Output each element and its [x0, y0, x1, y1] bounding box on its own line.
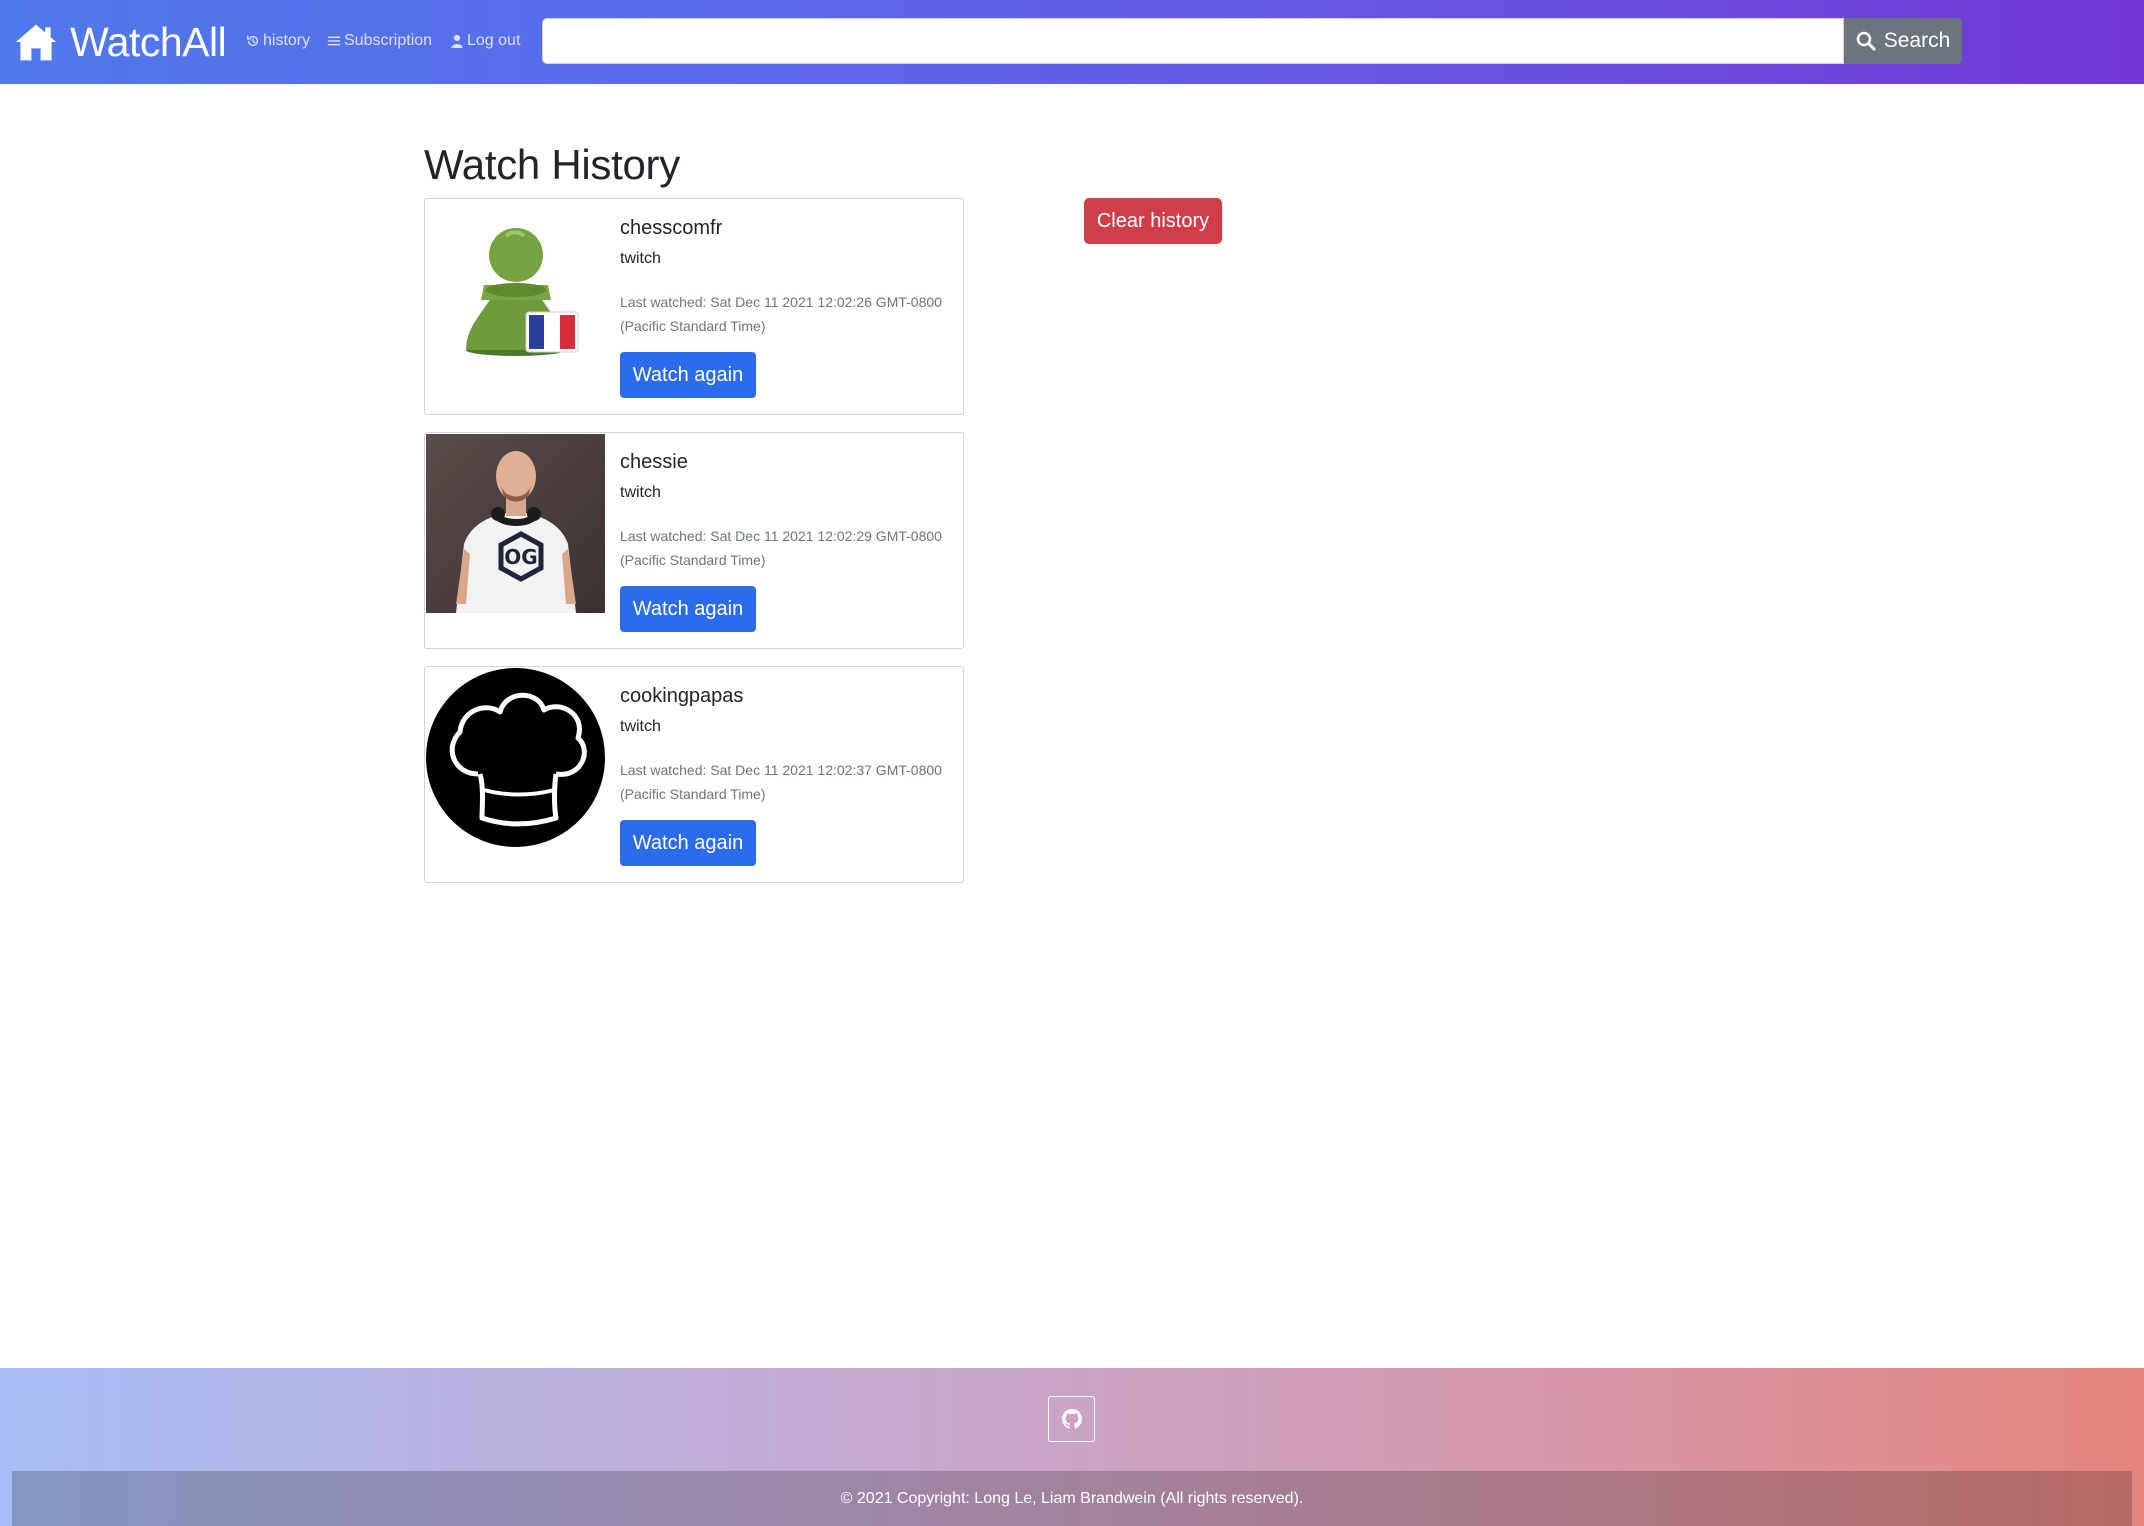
footer: © 2021 Copyright: Long Le, Liam Brandwei… — [0, 1368, 2144, 1526]
watch-again-button[interactable]: Watch again — [620, 352, 756, 398]
github-icon — [1061, 1409, 1082, 1429]
svg-text:OG: OG — [504, 545, 537, 569]
channel-platform: twitch — [620, 718, 661, 735]
copyright-bar: © 2021 Copyright: Long Le, Liam Brandwei… — [12, 1471, 2132, 1526]
watch-again-button[interactable]: Watch again — [620, 586, 756, 632]
nav-logout-link[interactable]: Log out — [450, 28, 520, 54]
list-icon — [327, 36, 341, 46]
clear-history-button[interactable]: Clear history — [1084, 198, 1222, 244]
search-icon — [1856, 31, 1876, 51]
copyright-text: © 2021 Copyright: Long Le, Liam Brandwei… — [840, 1489, 1304, 1507]
page-title: Watch History — [424, 141, 680, 188]
nav-history-link[interactable]: history — [246, 28, 310, 54]
nav-subscription-link[interactable]: Subscription — [327, 28, 432, 54]
search-button[interactable]: Search — [1844, 18, 1962, 64]
nav-history-label: history — [263, 32, 311, 49]
streamer-photo: OG — [426, 434, 605, 613]
brand-link[interactable]: WatchAll — [14, 18, 227, 66]
nav-subscription-label: Subscription — [344, 32, 433, 49]
brand-name: WatchAll — [70, 18, 227, 65]
history-icon — [247, 35, 259, 46]
channel-thumbnail: OG — [426, 434, 605, 613]
github-button[interactable] — [1048, 1396, 1095, 1442]
search-input[interactable] — [542, 18, 1844, 64]
nav-logout-label: Log out — [467, 32, 521, 49]
channel-thumbnail — [426, 200, 605, 379]
chess-pawn-icon — [426, 200, 605, 379]
channel-name: chessie — [620, 451, 688, 473]
channel-name: cookingpapas — [620, 685, 744, 707]
last-watched-text: Last watched: Sat Dec 11 2021 12:02:37 G… — [620, 762, 942, 802]
home-icon — [15, 24, 57, 61]
user-icon — [451, 34, 463, 48]
channel-platform: twitch — [620, 250, 661, 267]
last-watched-text: Last watched: Sat Dec 11 2021 12:02:29 G… — [620, 528, 942, 568]
last-watched-text: Last watched: Sat Dec 11 2021 12:02:26 G… — [620, 294, 942, 334]
channel-name: chesscomfr — [620, 217, 723, 239]
search-button-label: Search — [1883, 29, 1951, 52]
channel-platform: twitch — [620, 484, 661, 501]
navbar: WatchAll history Subscription Log out Se… — [0, 0, 2144, 84]
watch-again-button[interactable]: Watch again — [620, 820, 756, 866]
history-card: OG chessie twitch Last watched: Sat Dec … — [424, 432, 964, 649]
history-card: chesscomfr twitch Last watched: Sat Dec … — [424, 198, 964, 415]
chef-hat-icon — [426, 668, 605, 847]
history-card: cookingpapas twitch Last watched: Sat De… — [424, 666, 964, 883]
channel-thumbnail — [426, 668, 605, 847]
